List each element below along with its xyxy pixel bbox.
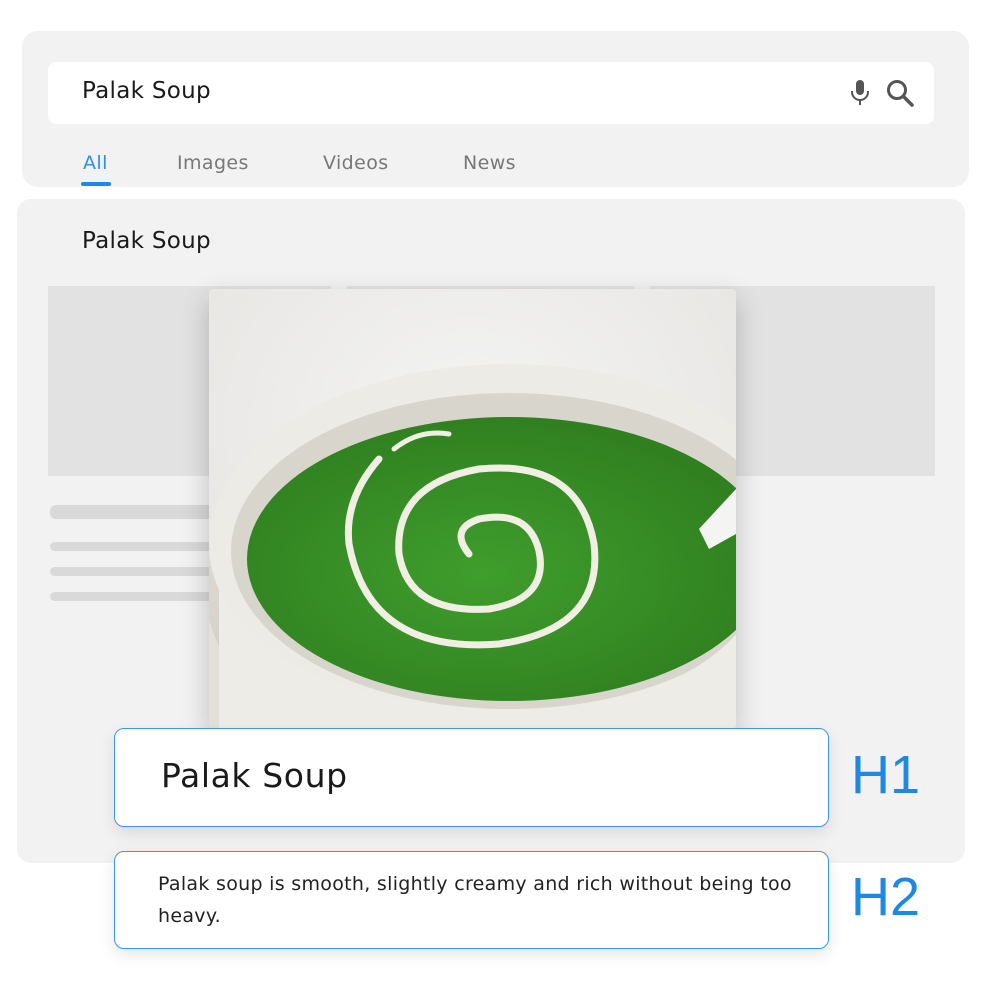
search-card: Palak Soup All Images Videos News (22, 31, 969, 187)
tab-videos[interactable]: Videos (323, 152, 389, 174)
search-input[interactable]: Palak Soup (82, 78, 211, 104)
result-title[interactable]: Palak Soup (82, 228, 211, 254)
search-bar[interactable]: Palak Soup (48, 62, 934, 124)
tab-images[interactable]: Images (177, 152, 249, 174)
h2-box: Palak soup is smooth, slightly creamy an… (114, 851, 829, 949)
microphone-icon[interactable] (849, 79, 871, 107)
h1-heading-text: Palak Soup (161, 756, 348, 795)
text-placeholder-line (50, 505, 220, 519)
h1-label: H1 (851, 745, 921, 805)
tab-all[interactable]: All (83, 152, 108, 174)
soup-image[interactable] (209, 289, 736, 729)
text-placeholder-line (50, 542, 220, 551)
soup-bowl-illustration (209, 289, 736, 729)
search-icon[interactable] (885, 78, 915, 108)
tab-news[interactable]: News (463, 152, 516, 174)
h2-label: H2 (851, 867, 921, 927)
h1-box: Palak Soup (114, 728, 829, 827)
text-placeholder-line (50, 567, 220, 576)
active-tab-indicator (81, 182, 111, 186)
h2-heading-text: Palak soup is smooth, slightly creamy an… (158, 873, 792, 927)
text-placeholder-line (50, 592, 220, 601)
